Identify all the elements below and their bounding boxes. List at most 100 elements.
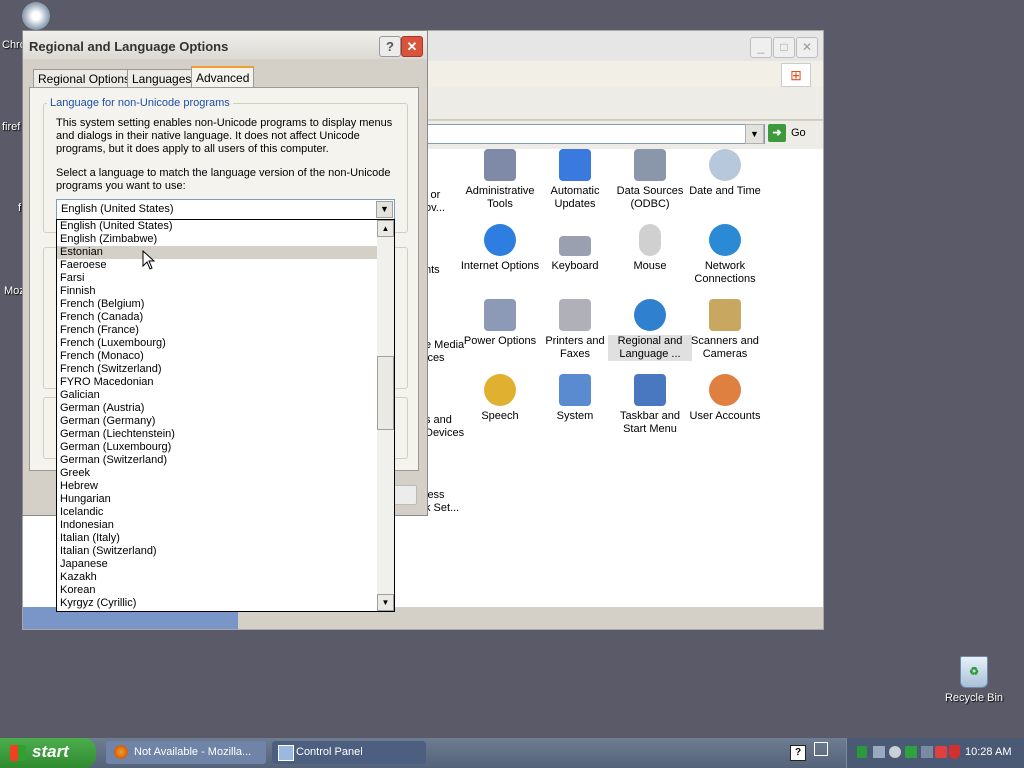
cp-item-network-connections[interactable]: Network Connections	[683, 224, 767, 286]
cp-item-label: Regional and Language ...	[608, 335, 692, 361]
cp-item-regional-language[interactable]: Regional and Language ...	[608, 299, 692, 361]
start-label: start	[32, 742, 69, 761]
scroll-up-icon[interactable]: ▲	[377, 220, 394, 237]
dialog-titlebar[interactable]: Regional and Language Options ? ✕	[23, 31, 427, 59]
language-option[interactable]: Finnish	[57, 285, 377, 298]
clock[interactable]: 10:28 AM	[965, 746, 1011, 758]
scanners-cameras-icon	[709, 299, 741, 331]
language-select[interactable]: English (United States) ▼	[56, 199, 395, 220]
security-shield-icon[interactable]	[949, 745, 960, 759]
cp-item-administrative-tools[interactable]: Administrative Tools	[458, 149, 542, 211]
language-option[interactable]: Kazakh	[57, 571, 377, 584]
language-option[interactable]: Italian (Italy)	[57, 532, 377, 545]
address-dropdown-button[interactable]: ▼	[745, 124, 764, 144]
language-option[interactable]: Estonian	[57, 246, 377, 259]
recycle-bin[interactable]: ♻ Recycle Bin	[940, 656, 1008, 704]
cp-item-printers-faxes[interactable]: Printers and Faxes	[533, 299, 617, 361]
dropdown-scrollbar[interactable]: ▲ ▼	[377, 220, 394, 611]
start-button[interactable]: start	[0, 738, 96, 768]
cp-item-data-sources[interactable]: Data Sources (ODBC)	[608, 149, 692, 211]
partial-item-3-line-2: Devices	[425, 427, 465, 439]
language-option[interactable]: Galician	[57, 389, 377, 402]
close-button[interactable]: ✕	[796, 37, 818, 58]
language-option[interactable]: French (Monaco)	[57, 350, 377, 363]
cp-item-scanners-cameras[interactable]: Scanners and Cameras	[683, 299, 767, 361]
dialog-close-button[interactable]: ✕	[401, 36, 423, 57]
cp-item-user-accounts[interactable]: User Accounts	[683, 374, 767, 423]
language-option[interactable]: German (Switzerland)	[57, 454, 377, 467]
power-options-icon	[484, 299, 516, 331]
language-option[interactable]: French (Luxembourg)	[57, 337, 377, 350]
windows-tray-icon[interactable]	[814, 742, 828, 756]
cp-item-power-options[interactable]: Power Options	[458, 299, 542, 348]
automatic-updates-icon	[559, 149, 591, 181]
control-panel-icon	[278, 745, 294, 761]
tray-icon-4[interactable]	[905, 746, 917, 758]
cp-item-date-time[interactable]: Date and Time	[683, 149, 767, 198]
language-option[interactable]: Faeroese	[57, 259, 377, 272]
help-tray-icon[interactable]: ?	[790, 745, 806, 761]
tray-icon-3[interactable]	[889, 746, 901, 758]
language-option[interactable]: English (Zimbabwe)	[57, 233, 377, 246]
partial-item-4[interactable]: less k Set...	[425, 489, 459, 515]
cp-item-system[interactable]: System	[533, 374, 617, 423]
language-option[interactable]: French (Belgium)	[57, 298, 377, 311]
tray-icon-1[interactable]	[857, 746, 867, 758]
language-option[interactable]: Korean	[57, 584, 377, 597]
language-option[interactable]: Indonesian	[57, 519, 377, 532]
tab-regional-options[interactable]: Regional Options	[33, 69, 136, 88]
cp-item-label: System	[556, 410, 594, 422]
mouse-cursor-icon	[142, 250, 156, 270]
language-option[interactable]: English (United States)	[57, 220, 377, 233]
language-option[interactable]: Farsi	[57, 272, 377, 285]
apply-button[interactable]	[393, 485, 417, 505]
tray-icon-5[interactable]	[921, 746, 933, 758]
language-option[interactable]: German (Luxembourg)	[57, 441, 377, 454]
cp-item-label: Speech	[481, 410, 519, 422]
cp-item-label: Date and Time	[689, 185, 761, 197]
help-button[interactable]: ?	[379, 36, 401, 57]
language-option[interactable]: German (Germany)	[57, 415, 377, 428]
minimize-button[interactable]: _	[750, 37, 772, 58]
desktop-icon-chrome[interactable]	[22, 2, 54, 30]
data-sources-icon	[634, 149, 666, 181]
task-button-mozilla[interactable]: Not Available - Mozilla...	[106, 741, 266, 764]
language-option[interactable]: FYRO Macedonian	[57, 376, 377, 389]
select-prompt-line-2: programs you want to use:	[56, 180, 186, 192]
recycle-bin-icon: ♻	[960, 656, 988, 688]
tab-languages[interactable]: Languages	[127, 69, 197, 88]
language-option[interactable]: Hebrew	[57, 480, 377, 493]
scroll-down-icon[interactable]: ▼	[377, 594, 394, 611]
cp-item-keyboard[interactable]: Keyboard	[533, 224, 617, 273]
language-options: English (United States) English (Zimbabwe…	[57, 220, 377, 610]
cp-item-automatic-updates[interactable]: Automatic Updates	[533, 149, 617, 211]
language-option[interactable]: French (Switzerland)	[57, 363, 377, 376]
chevron-down-icon[interactable]: ▼	[376, 201, 393, 218]
language-option[interactable]: French (France)	[57, 324, 377, 337]
language-option[interactable]: German (Austria)	[57, 402, 377, 415]
language-dropdown-list[interactable]: English (United States) English (Zimbabwe…	[56, 219, 395, 612]
cp-item-internet-options[interactable]: Internet Options	[458, 224, 542, 273]
group-title: Language for non-Unicode programs	[47, 97, 233, 109]
language-option[interactable]: Italian (Switzerland)	[57, 545, 377, 558]
maximize-button[interactable]: □	[773, 37, 795, 58]
language-option[interactable]: Kyrgyz (Cyrillic)	[57, 597, 377, 610]
language-option[interactable]: Hungarian	[57, 493, 377, 506]
cp-item-taskbar-start-menu[interactable]: Taskbar and Start Menu	[608, 374, 692, 436]
address-input[interactable]	[423, 124, 765, 144]
tray-icon-2[interactable]	[873, 746, 885, 758]
cp-item-mouse[interactable]: Mouse	[608, 224, 692, 273]
taskbar: start Not Available - Mozilla... Control…	[0, 738, 1024, 768]
language-option[interactable]: French (Canada)	[57, 311, 377, 324]
language-option[interactable]: German (Liechtenstein)	[57, 428, 377, 441]
language-option[interactable]: Icelandic	[57, 506, 377, 519]
tray-icon-6[interactable]	[935, 746, 947, 758]
cp-item-speech[interactable]: Speech	[458, 374, 542, 423]
desktop-label-2: f	[18, 202, 22, 214]
task-button-control-panel[interactable]: Control Panel	[272, 741, 426, 764]
language-option[interactable]: Japanese	[57, 558, 377, 571]
language-option[interactable]: Greek	[57, 467, 377, 480]
scrollbar-thumb[interactable]	[377, 356, 394, 430]
cp-item-label: Internet Options	[460, 260, 540, 272]
date-time-icon	[709, 149, 741, 181]
